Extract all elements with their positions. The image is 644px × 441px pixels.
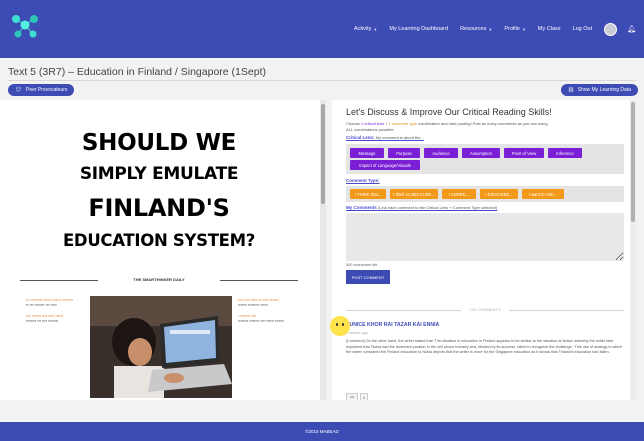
like-count: 1 <box>360 393 368 400</box>
peer-provocateurs-button[interactable]: 💬︎ Peer Provocateurs <box>8 84 75 96</box>
my-comments-label: My Comments (Link each comment to the Cr… <box>346 205 498 210</box>
scrollbar-thumb[interactable] <box>321 104 325 204</box>
headline-line-4: EDUCATION SYSTEM? <box>62 231 256 250</box>
main-nav: Activity ▼ My Learning Dashboard Resource… <box>348 0 640 58</box>
type-disagree[interactable]: I DISAGREE... <box>480 189 518 199</box>
like-controls: 👍︎ 1 <box>346 393 368 400</box>
panel-title: Let's Discuss & Improve Our Critical Rea… <box>346 107 552 117</box>
type-agree[interactable]: I AGREE... <box>442 189 476 199</box>
lens-point-of-view[interactable]: Point of View <box>504 148 544 158</box>
nav-resources[interactable]: Resources ▼ <box>454 26 498 32</box>
nav-profile[interactable]: Profile ▼ <box>498 26 532 32</box>
instructions-line-2: ALL combinations possible. <box>346 127 395 132</box>
discussion-panel: Let's Discuss & Improve Our Critical Rea… <box>332 100 636 400</box>
headline-line-1: SHOULD WE <box>81 130 237 156</box>
bell-icon[interactable]: 🔔︎ <box>623 25 640 33</box>
comment-author[interactable]: EUNICE KHOR RAI TAZAR KAI ENNIA <box>346 322 439 328</box>
title-divider <box>8 80 636 81</box>
thumbs-up-icon[interactable]: 👍︎ <box>346 393 358 400</box>
left-blurb-column: ▪▪▪ ▪▪▪▪▪▪▪▪▪ ▪▪▪▪▪▪ ▪▪▪▪▪ ▪▪ ▪▪▪▪▪▪▪▪ ▪▪… <box>26 298 74 323</box>
nav-learning-dashboard[interactable]: My Learning Dashboard <box>383 26 454 32</box>
instructions-line-1: Choose 1 critical lens + 1 comment type … <box>346 121 548 126</box>
headline-line-2: SIMPLY EMULATE <box>79 164 239 184</box>
user-avatar[interactable] <box>604 22 618 36</box>
panel-scrollbar[interactable] <box>630 100 636 400</box>
headline-line-3: FINLAND'S <box>88 194 230 222</box>
nav-my-class[interactable]: My Class <box>532 26 567 32</box>
page-title: Text 5 (3R7) – Education in Finland / Si… <box>8 66 266 78</box>
lens-inference[interactable]: Inference <box>548 148 582 158</box>
lens-message[interactable]: Message <box>350 148 384 158</box>
chevron-down-icon: ▼ <box>521 26 526 32</box>
critical-lens-label: Critical Lens: My comment is about the..… <box>346 135 424 140</box>
comment-type-box: I THINK that... I think so BECAUSE... I … <box>346 186 624 202</box>
nav-log-out[interactable]: Log Out <box>567 26 599 32</box>
comment-textarea[interactable] <box>346 213 624 261</box>
comment-time: 2 months ago <box>346 331 368 335</box>
nav-activity[interactable]: Activity ▼ <box>348 26 383 32</box>
lens-purpose[interactable]: Purpose <box>388 148 420 158</box>
critical-lens-box: Message Purpose Audience Assumption Poin… <box>346 144 624 174</box>
article-image: SHOULD WE SIMPLY EMULATE FINLAND'S EDUCA… <box>0 100 322 400</box>
lens-impact-language-visuals[interactable]: Impact of Language/Visuals <box>350 160 420 170</box>
lens-audience[interactable]: Audience <box>424 148 458 158</box>
scrollbar-thumb[interactable] <box>631 102 635 222</box>
show-learning-data-button[interactable]: ▥ Show My Learning Data <box>561 84 638 96</box>
chars-left: 500 characters left <box>346 263 378 267</box>
footer: ©2015 MABEAD <box>0 422 644 441</box>
post-comment-button[interactable]: POST COMMENT <box>346 270 390 284</box>
type-i-think[interactable]: I THINK that... <box>350 189 386 199</box>
type-ask[interactable]: I want to ASK... <box>522 189 564 199</box>
site-logo-icon[interactable] <box>8 10 42 44</box>
comments-count-divider: 136 COMMENTS <box>346 305 624 315</box>
comment-type-label: Comment Type: <box>346 178 380 183</box>
comment-body: [Comment] On the other hand, the writer … <box>346 339 623 355</box>
chevron-down-icon: ▼ <box>488 26 493 32</box>
chart-icon: ▥ <box>568 87 574 93</box>
chat-icon: 💬︎ <box>15 87 22 93</box>
photo-illustration <box>90 296 232 398</box>
smiley-avatar-icon <box>330 316 350 336</box>
lens-assumption[interactable]: Assumption <box>462 148 500 158</box>
byline: THE SMARTHINKER DAILY <box>20 275 298 285</box>
top-navbar: Activity ▼ My Learning Dashboard Resource… <box>0 0 644 58</box>
chevron-down-icon: ▼ <box>373 26 378 32</box>
student-laptop-photo <box>90 296 232 398</box>
right-blurb-column: ▪▪▪▪ ▪▪▪▪ ▪▪▪▪▪▪ ▪▪ ▪▪▪▪▪ ▪▪▪▪▪▪▪ ▪▪▪▪▪▪▪… <box>238 298 285 323</box>
article-scrollbar[interactable] <box>320 100 326 400</box>
type-because[interactable]: I think so BECAUSE... <box>390 189 438 199</box>
